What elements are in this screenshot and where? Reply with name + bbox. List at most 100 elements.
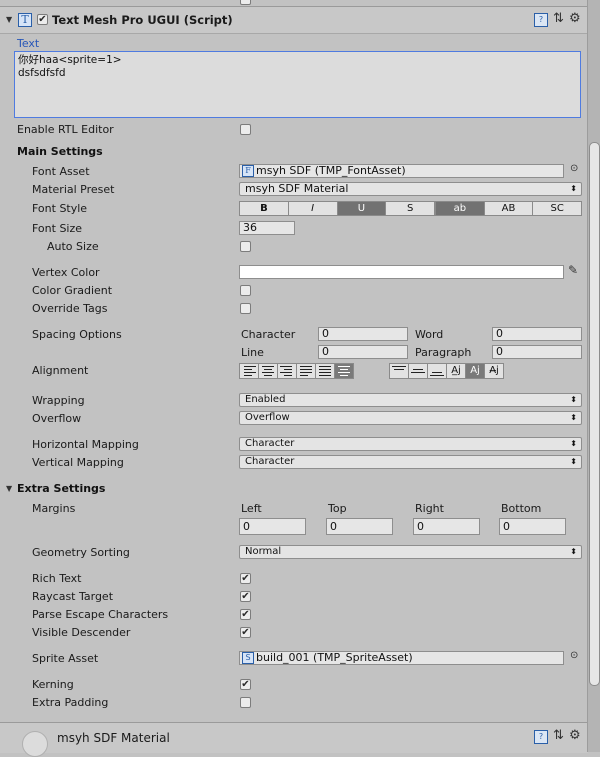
preset-sliders-icon[interactable]: ⇅ — [553, 11, 564, 26]
paragraph-spacing-input[interactable]: 0 — [492, 345, 582, 359]
horizontal-mapping-dropdown[interactable]: Character ⬍ — [239, 437, 582, 451]
visible-descender-checkbox[interactable]: ✔ — [240, 627, 251, 638]
parse-escape-checkbox[interactable]: ✔ — [240, 609, 251, 620]
margin-top-input[interactable]: 0 — [326, 518, 393, 535]
style-lowercase-button[interactable]: ab — [435, 201, 485, 216]
margin-right-input[interactable]: 0 — [413, 518, 480, 535]
valign-midline-icon[interactable]: Aj — [465, 363, 485, 379]
color-gradient-label: Color Gradient — [32, 284, 113, 297]
geometry-sorting-label: Geometry Sorting — [32, 546, 130, 559]
material-preset-value: msyh SDF Material — [245, 182, 349, 195]
extra-settings-header[interactable]: Extra Settings — [17, 482, 105, 495]
rich-text-checkbox[interactable]: ✔ — [240, 573, 251, 584]
sprite-asset-icon: S — [242, 652, 254, 664]
font-style-row1: B I U S — [239, 201, 435, 216]
margin-bottom-input[interactable]: 0 — [499, 518, 566, 535]
geometry-sorting-value: Normal — [245, 546, 282, 557]
auto-size-label: Auto Size — [47, 240, 99, 253]
style-uppercase-button[interactable]: AB — [483, 201, 534, 216]
character-spacing-input[interactable]: 0 — [318, 327, 408, 341]
auto-size-checkbox[interactable] — [240, 241, 251, 252]
text-component-icon: T — [18, 13, 32, 27]
override-tags-label: Override Tags — [32, 302, 108, 315]
margin-bottom-label: Bottom — [501, 502, 542, 515]
material-gear-icon[interactable]: ⚙ — [569, 728, 581, 743]
vertex-color-swatch[interactable] — [239, 265, 564, 279]
help-book-icon[interactable]: ? — [534, 13, 548, 27]
valign-capline-icon[interactable]: A̶j — [484, 363, 504, 379]
margins-label: Margins — [32, 502, 76, 515]
text-line-2: dsfsdfsfd — [18, 67, 66, 79]
parse-escape-label: Parse Escape Characters — [32, 608, 169, 621]
style-underline-button[interactable]: U — [336, 201, 387, 216]
horizontal-alignment-group — [239, 363, 354, 379]
valign-top-button[interactable] — [389, 363, 409, 379]
extra-padding-checkbox[interactable] — [240, 697, 251, 708]
valign-bottom-button[interactable] — [427, 363, 447, 379]
dropdown-arrow-icon: ⬍ — [570, 439, 577, 448]
overflow-label: Overflow — [32, 412, 82, 425]
alignment-label: Alignment — [32, 364, 89, 377]
font-asset-field[interactable]: F msyh SDF (TMP_FontAsset) — [239, 164, 564, 178]
partial-row — [0, 0, 600, 7]
dropdown-arrow-icon: ⬍ — [570, 395, 577, 404]
font-size-label: Font Size — [32, 222, 83, 235]
wrapping-dropdown[interactable]: Enabled ⬍ — [239, 393, 582, 407]
text-label: Text — [17, 37, 40, 50]
style-bold-button[interactable]: B — [239, 201, 289, 216]
align-left-button[interactable] — [239, 363, 259, 379]
cull-transparent-checkbox[interactable] — [240, 0, 251, 5]
wrapping-label: Wrapping — [32, 394, 85, 407]
align-justified-button[interactable] — [296, 363, 316, 379]
font-style-row2: ab AB SC — [435, 201, 583, 216]
overflow-dropdown[interactable]: Overflow ⬍ — [239, 411, 582, 425]
material-help-icon[interactable]: ? — [534, 730, 548, 744]
extra-settings-foldout-icon[interactable]: ▼ — [6, 484, 12, 493]
font-asset-icon: F — [242, 165, 254, 177]
material-preset-dropdown[interactable]: msyh SDF Material ⬍ — [239, 182, 582, 196]
object-picker-icon[interactable]: ⊙ — [570, 163, 578, 174]
align-flush-button[interactable] — [315, 363, 335, 379]
paragraph-spacing-label: Paragraph — [415, 346, 472, 359]
override-tags-checkbox[interactable] — [240, 303, 251, 314]
margin-top-label: Top — [328, 502, 347, 515]
text-input-area[interactable]: 你好haa<sprite=1> dsfsdfsfd — [14, 51, 581, 118]
word-spacing-input[interactable]: 0 — [492, 327, 582, 341]
font-style-label: Font Style — [32, 202, 88, 215]
wrapping-value: Enabled — [245, 394, 286, 405]
align-geometry-center-button[interactable] — [334, 363, 354, 379]
horizontal-mapping-value: Character — [245, 438, 295, 449]
component-enabled-checkbox[interactable]: ✔ — [37, 14, 48, 25]
style-strikethrough-button[interactable]: S — [385, 201, 435, 216]
word-spacing-label: Word — [415, 328, 444, 341]
enable-rtl-checkbox[interactable] — [240, 124, 251, 135]
character-spacing-label: Character — [241, 328, 296, 341]
scrollbar-thumb[interactable] — [589, 142, 600, 686]
settings-gear-icon[interactable]: ⚙ — [569, 11, 581, 26]
valign-middle-button[interactable] — [408, 363, 428, 379]
object-picker-icon[interactable]: ⊙ — [570, 650, 578, 661]
raycast-target-checkbox[interactable]: ✔ — [240, 591, 251, 602]
visible-descender-label: Visible Descender — [32, 626, 131, 639]
margin-right-label: Right — [415, 502, 444, 515]
sprite-asset-field[interactable]: S build_001 (TMP_SpriteAsset) — [239, 651, 564, 665]
style-italic-button[interactable]: I — [287, 201, 338, 216]
font-size-input[interactable]: 36 — [239, 221, 295, 235]
color-gradient-checkbox[interactable] — [240, 285, 251, 296]
kerning-checkbox[interactable]: ✔ — [240, 679, 251, 690]
eyedropper-icon[interactable]: ✎ — [568, 263, 578, 277]
valign-baseline-icon[interactable]: A̲j — [446, 363, 466, 379]
line-spacing-input[interactable]: 0 — [318, 345, 408, 359]
align-center-button[interactable] — [258, 363, 278, 379]
material-preset-sliders-icon[interactable]: ⇅ — [553, 728, 564, 743]
vertical-mapping-dropdown[interactable]: Character ⬍ — [239, 455, 582, 469]
vertex-color-label: Vertex Color — [32, 266, 100, 279]
margin-left-input[interactable]: 0 — [239, 518, 306, 535]
material-preset-label: Material Preset — [32, 183, 115, 196]
material-title: msyh SDF Material — [57, 731, 170, 745]
geometry-sorting-dropdown[interactable]: Normal ⬍ — [239, 545, 582, 559]
foldout-arrow-icon[interactable]: ▼ — [6, 15, 12, 24]
horizontal-mapping-label: Horizontal Mapping — [32, 438, 139, 451]
style-smallcaps-button[interactable]: SC — [532, 201, 583, 216]
align-right-button[interactable] — [277, 363, 297, 379]
